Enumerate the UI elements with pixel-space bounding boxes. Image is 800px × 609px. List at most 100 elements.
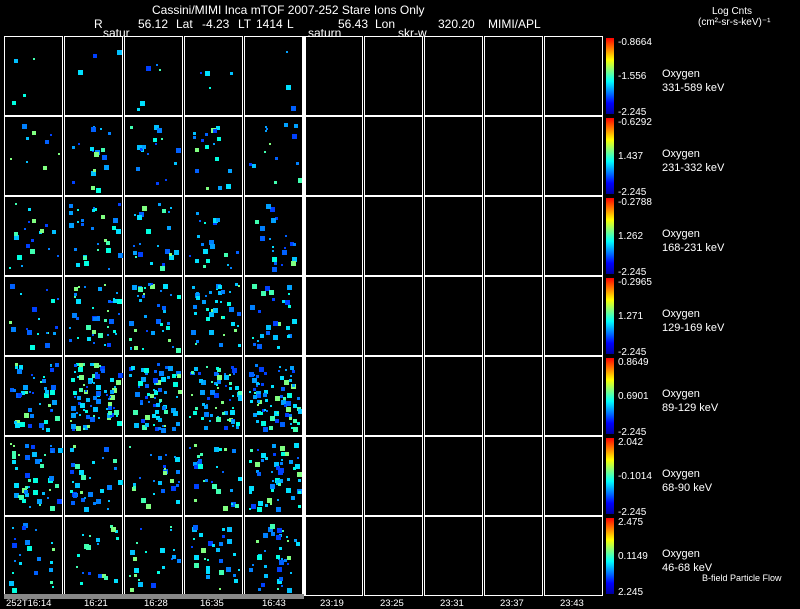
intensity-pixel (76, 426, 81, 431)
intensity-pixel (157, 128, 162, 133)
intensity-pixel (154, 370, 157, 373)
intensity-pixel (265, 399, 268, 402)
intensity-pixel (231, 322, 235, 326)
intensity-pixel (136, 542, 138, 544)
intensity-pixel (107, 310, 109, 312)
intensity-pixel (269, 143, 271, 145)
colorbar-mid-label: 1.437 (618, 151, 644, 162)
intensity-pixel (109, 319, 114, 324)
intensity-pixel (193, 305, 197, 309)
intensity-pixel (19, 562, 22, 565)
intensity-pixel (117, 50, 122, 55)
intensity-pixel (32, 452, 37, 457)
intensity-pixel (78, 286, 80, 288)
intensity-pixel (297, 422, 300, 425)
intensity-pixel (70, 420, 72, 422)
species-label: Oxygen (662, 68, 700, 80)
intensity-pixel (258, 310, 261, 313)
intensity-pixel (223, 334, 225, 336)
energy-range-label: 129-169 keV (662, 322, 725, 334)
image-cell (184, 356, 243, 436)
intensity-pixel (277, 346, 280, 349)
intensity-pixel (199, 220, 201, 222)
intensity-pixel (222, 471, 224, 473)
intensity-pixel (206, 187, 209, 190)
image-cell (304, 276, 363, 356)
intensity-pixel (24, 413, 29, 418)
intensity-pixel (50, 581, 53, 584)
intensity-pixel (85, 410, 88, 413)
intensity-pixel (176, 148, 181, 153)
intensity-pixel (168, 211, 170, 213)
intensity-pixel (260, 226, 265, 231)
intensity-pixel (281, 585, 283, 587)
intensity-pixel (194, 312, 197, 315)
intensity-pixel (272, 250, 274, 252)
intensity-pixel (164, 468, 166, 470)
time-tick-label: 16:43 (262, 598, 286, 609)
intensity-pixel (229, 399, 231, 401)
intensity-pixel (275, 419, 279, 423)
intensity-pixel (223, 506, 228, 511)
intensity-pixel (196, 296, 200, 300)
intensity-pixel (25, 455, 30, 460)
intensity-pixel (118, 253, 123, 258)
intensity-pixel (284, 247, 286, 249)
intensity-pixel (278, 483, 281, 486)
intensity-pixel (153, 424, 155, 426)
intensity-pixel (238, 344, 241, 347)
intensity-pixel (161, 377, 166, 382)
intensity-pixel (216, 489, 221, 494)
intensity-pixel (28, 208, 31, 211)
colorbar-max-label: -0.8664 (618, 37, 652, 48)
intensity-pixel (104, 344, 106, 346)
intensity-pixel (24, 490, 28, 494)
intensity-pixel (204, 426, 208, 430)
intensity-pixel (249, 486, 254, 491)
intensity-pixel (74, 364, 77, 367)
intensity-pixel (265, 504, 268, 507)
intensity-pixel (257, 344, 262, 349)
intensity-pixel (107, 485, 112, 490)
intensity-pixel (195, 343, 197, 345)
image-cell (364, 116, 423, 196)
intensity-pixel (113, 299, 117, 303)
intensity-pixel (160, 290, 162, 292)
intensity-pixel (113, 459, 117, 463)
intensity-pixel (292, 384, 295, 387)
intensity-pixel (139, 477, 141, 479)
intensity-pixel (261, 453, 266, 458)
lt-value: 1414 (256, 17, 283, 31)
intensity-pixel (162, 566, 165, 569)
intensity-pixel (12, 101, 16, 105)
intensity-pixel (158, 481, 162, 485)
intensity-pixel (134, 214, 136, 216)
intensity-pixel (35, 529, 37, 531)
intensity-pixel (289, 414, 292, 417)
intensity-pixel (277, 567, 282, 572)
intensity-pixel (137, 108, 140, 111)
intensity-pixel (153, 480, 155, 482)
intensity-pixel (221, 290, 225, 294)
intensity-pixel (29, 391, 31, 393)
lon-value: 320.20 (438, 17, 475, 31)
intensity-pixel (195, 259, 199, 263)
intensity-pixel (275, 157, 278, 160)
intensity-pixel (170, 207, 172, 209)
time-tick-label: 23:43 (560, 598, 584, 609)
image-cell (184, 276, 243, 356)
intensity-pixel (148, 401, 150, 403)
image-cell (244, 436, 303, 516)
intensity-pixel (286, 407, 291, 412)
intensity-pixel (271, 532, 275, 536)
image-cell (244, 516, 303, 596)
intensity-pixel (193, 411, 197, 415)
intensity-pixel (261, 291, 266, 296)
intensity-pixel (218, 186, 222, 190)
intensity-pixel (75, 391, 77, 393)
image-cell (124, 516, 183, 596)
intensity-pixel (257, 472, 261, 476)
intensity-pixel (202, 403, 205, 406)
intensity-pixel (33, 58, 35, 60)
intensity-pixel (25, 473, 30, 478)
